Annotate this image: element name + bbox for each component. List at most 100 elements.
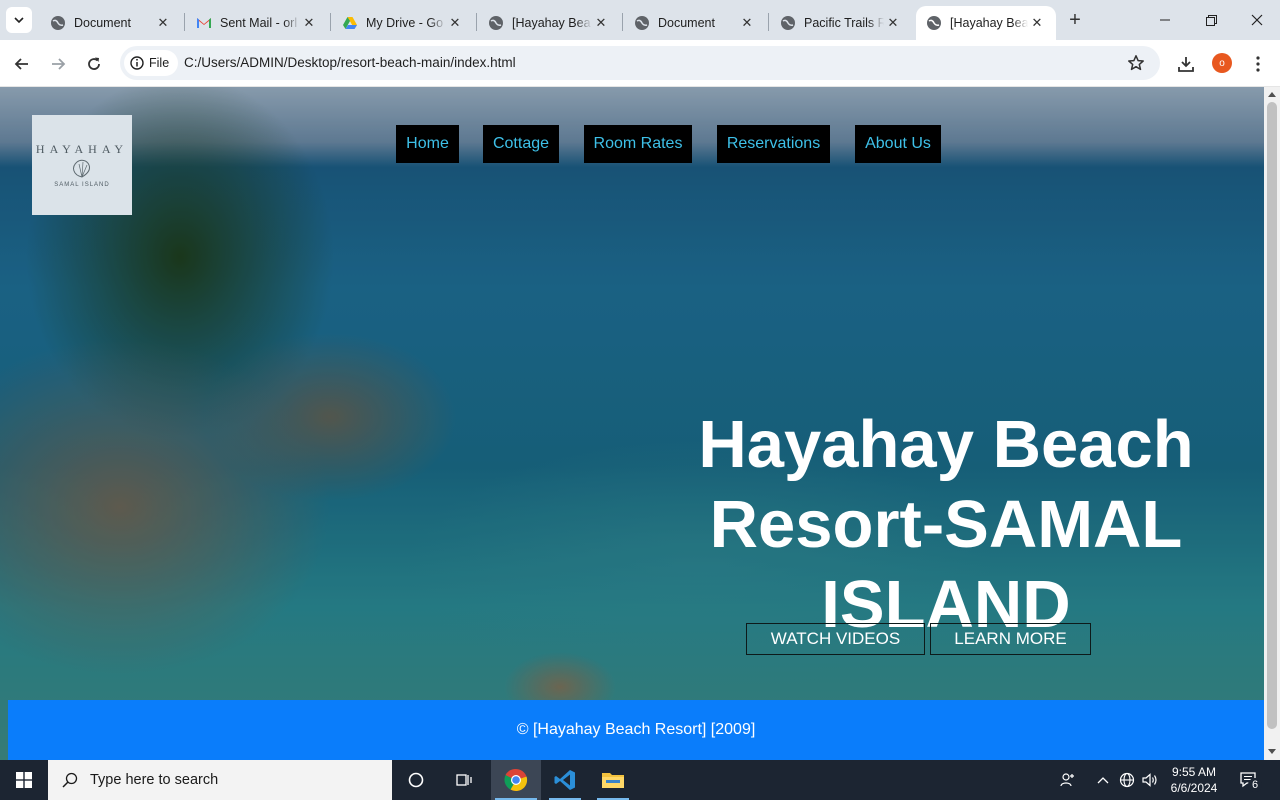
tab-separator (184, 13, 185, 31)
people-icon (1060, 773, 1074, 787)
site-info-chip[interactable]: File (124, 50, 179, 76)
learn-more-button[interactable]: LEARN MORE (930, 623, 1091, 655)
tab-title: [Hayahay Bea (512, 16, 591, 30)
tab-title: Document (658, 16, 715, 30)
show-hidden-icons-button[interactable] (1094, 760, 1112, 800)
drive-icon (343, 17, 357, 29)
star-icon (1128, 55, 1144, 71)
file-explorer-taskbar-button[interactable] (589, 760, 637, 800)
people-button[interactable] (1056, 760, 1080, 800)
browser-tab[interactable]: Document ✕ (40, 6, 182, 40)
globe-icon (51, 16, 65, 30)
close-tab-icon[interactable]: ✕ (1028, 14, 1046, 32)
taskbar-search-box[interactable]: Type here to search (48, 760, 392, 800)
tab-title: Sent Mail - orl (220, 16, 298, 30)
close-icon (1251, 14, 1263, 26)
nav-reservations[interactable]: Reservations (717, 125, 830, 163)
restore-icon (1205, 14, 1217, 26)
task-view-icon (456, 774, 472, 786)
start-button[interactable] (0, 760, 48, 800)
back-button[interactable] (8, 50, 36, 78)
browser-menu-button[interactable] (1244, 50, 1272, 78)
close-tab-icon[interactable]: ✕ (592, 14, 610, 32)
tab-title: My Drive - Go (366, 16, 444, 30)
minimize-icon (1160, 19, 1170, 21)
taskbar-clock[interactable]: 9:55 AM 6/6/2024 (1162, 764, 1226, 796)
page-viewport: HAYAHAY SAMAL ISLAND Home Cottage Room R… (0, 87, 1264, 760)
close-tab-icon[interactable]: ✕ (300, 14, 318, 32)
volume-button[interactable] (1140, 760, 1160, 800)
close-tab-icon[interactable]: ✕ (446, 14, 464, 32)
nav-cottage[interactable]: Cottage (483, 125, 559, 163)
new-tab-button[interactable]: + (1064, 9, 1086, 31)
logo-subtext: SAMAL ISLAND (54, 182, 110, 188)
scroll-up-icon[interactable] (1268, 92, 1276, 97)
close-tab-icon[interactable]: ✕ (884, 14, 902, 32)
nav-home[interactable]: Home (396, 125, 459, 163)
url-text[interactable]: C:/Users/ADMIN/Desktop/resort-beach-main… (184, 55, 516, 70)
forward-button[interactable] (44, 50, 72, 78)
cortana-button[interactable] (392, 760, 440, 800)
resort-logo[interactable]: HAYAHAY SAMAL ISLAND (32, 115, 132, 215)
cortana-icon (408, 772, 424, 788)
download-icon (1178, 57, 1194, 72)
downloads-button[interactable] (1172, 50, 1200, 78)
speaker-icon (1142, 773, 1157, 787)
address-bar[interactable]: File C:/Users/ADMIN/Desktop/resort-beach… (120, 46, 1160, 80)
tab-title: Document (74, 16, 131, 30)
clock-time: 9:55 AM (1171, 765, 1217, 779)
windows-taskbar: Type here to search 9:55 AM 6/6/2024 (0, 760, 1280, 800)
folder-icon (602, 773, 624, 788)
chevron-down-icon (14, 17, 24, 24)
reload-button[interactable] (80, 50, 108, 78)
vscode-taskbar-button[interactable] (541, 760, 589, 800)
network-button[interactable] (1117, 760, 1137, 800)
chevron-up-icon (1097, 777, 1109, 784)
notification-count-badge: 6 (1248, 778, 1262, 792)
tab-separator (768, 13, 769, 31)
tab-separator (330, 13, 331, 31)
tab-separator (476, 13, 477, 31)
globe-icon (927, 16, 941, 30)
search-placeholder: Type here to search (90, 772, 219, 788)
page-footer: © [Hayahay Beach Resort] [2009] (8, 700, 1264, 760)
scrollbar-thumb[interactable] (1267, 102, 1277, 729)
tab-title: [Hayahay Bea (950, 16, 1028, 30)
browser-tab[interactable]: Document ✕ (624, 6, 766, 40)
minimize-button[interactable] (1142, 0, 1188, 40)
chrome-icon (504, 768, 528, 792)
tab-separator (622, 13, 623, 31)
browser-tab-active[interactable]: [Hayahay Bea ✕ (916, 6, 1056, 40)
logo-text: HAYAHAY (35, 142, 129, 156)
browser-tab[interactable]: Sent Mail - orl ✕ (186, 6, 328, 40)
nav-room-rates[interactable]: Room Rates (584, 125, 692, 163)
tab-search-button[interactable] (6, 7, 32, 33)
reload-icon (88, 57, 100, 70)
close-window-button[interactable] (1234, 0, 1280, 40)
globe-icon (489, 16, 503, 30)
hero-title: Hayahay Beach Resort-SAMAL ISLAND (698, 407, 1194, 642)
arrow-right-icon (52, 58, 66, 70)
page-scrollbar[interactable] (1264, 87, 1280, 760)
chrome-taskbar-button[interactable] (491, 760, 541, 800)
scroll-down-icon[interactable] (1268, 749, 1276, 754)
tab-strip: Document ✕ Sent Mail - orl ✕ My Drive - … (0, 0, 1280, 40)
browser-tab[interactable]: My Drive - Go ✕ (332, 6, 474, 40)
task-view-button[interactable] (440, 760, 488, 800)
watch-videos-button[interactable]: WATCH VIDEOS (746, 623, 925, 655)
search-icon (62, 772, 78, 788)
restore-button[interactable] (1188, 0, 1234, 40)
browser-toolbar: File C:/Users/ADMIN/Desktop/resort-beach… (0, 40, 1280, 87)
globe-icon (781, 16, 795, 30)
profile-avatar[interactable]: o (1212, 53, 1232, 73)
clock-date: 6/6/2024 (1170, 781, 1218, 795)
arrow-left-icon (14, 58, 28, 70)
info-icon (130, 56, 144, 70)
close-tab-icon[interactable]: ✕ (154, 14, 172, 32)
browser-tab[interactable]: Pacific Trails R ✕ (770, 6, 912, 40)
close-tab-icon[interactable]: ✕ (738, 14, 756, 32)
browser-tab[interactable]: [Hayahay Bea ✕ (478, 6, 620, 40)
nav-about-us[interactable]: About Us (855, 125, 941, 163)
site-info-label: File (149, 56, 170, 70)
bookmark-button[interactable] (1124, 52, 1148, 74)
